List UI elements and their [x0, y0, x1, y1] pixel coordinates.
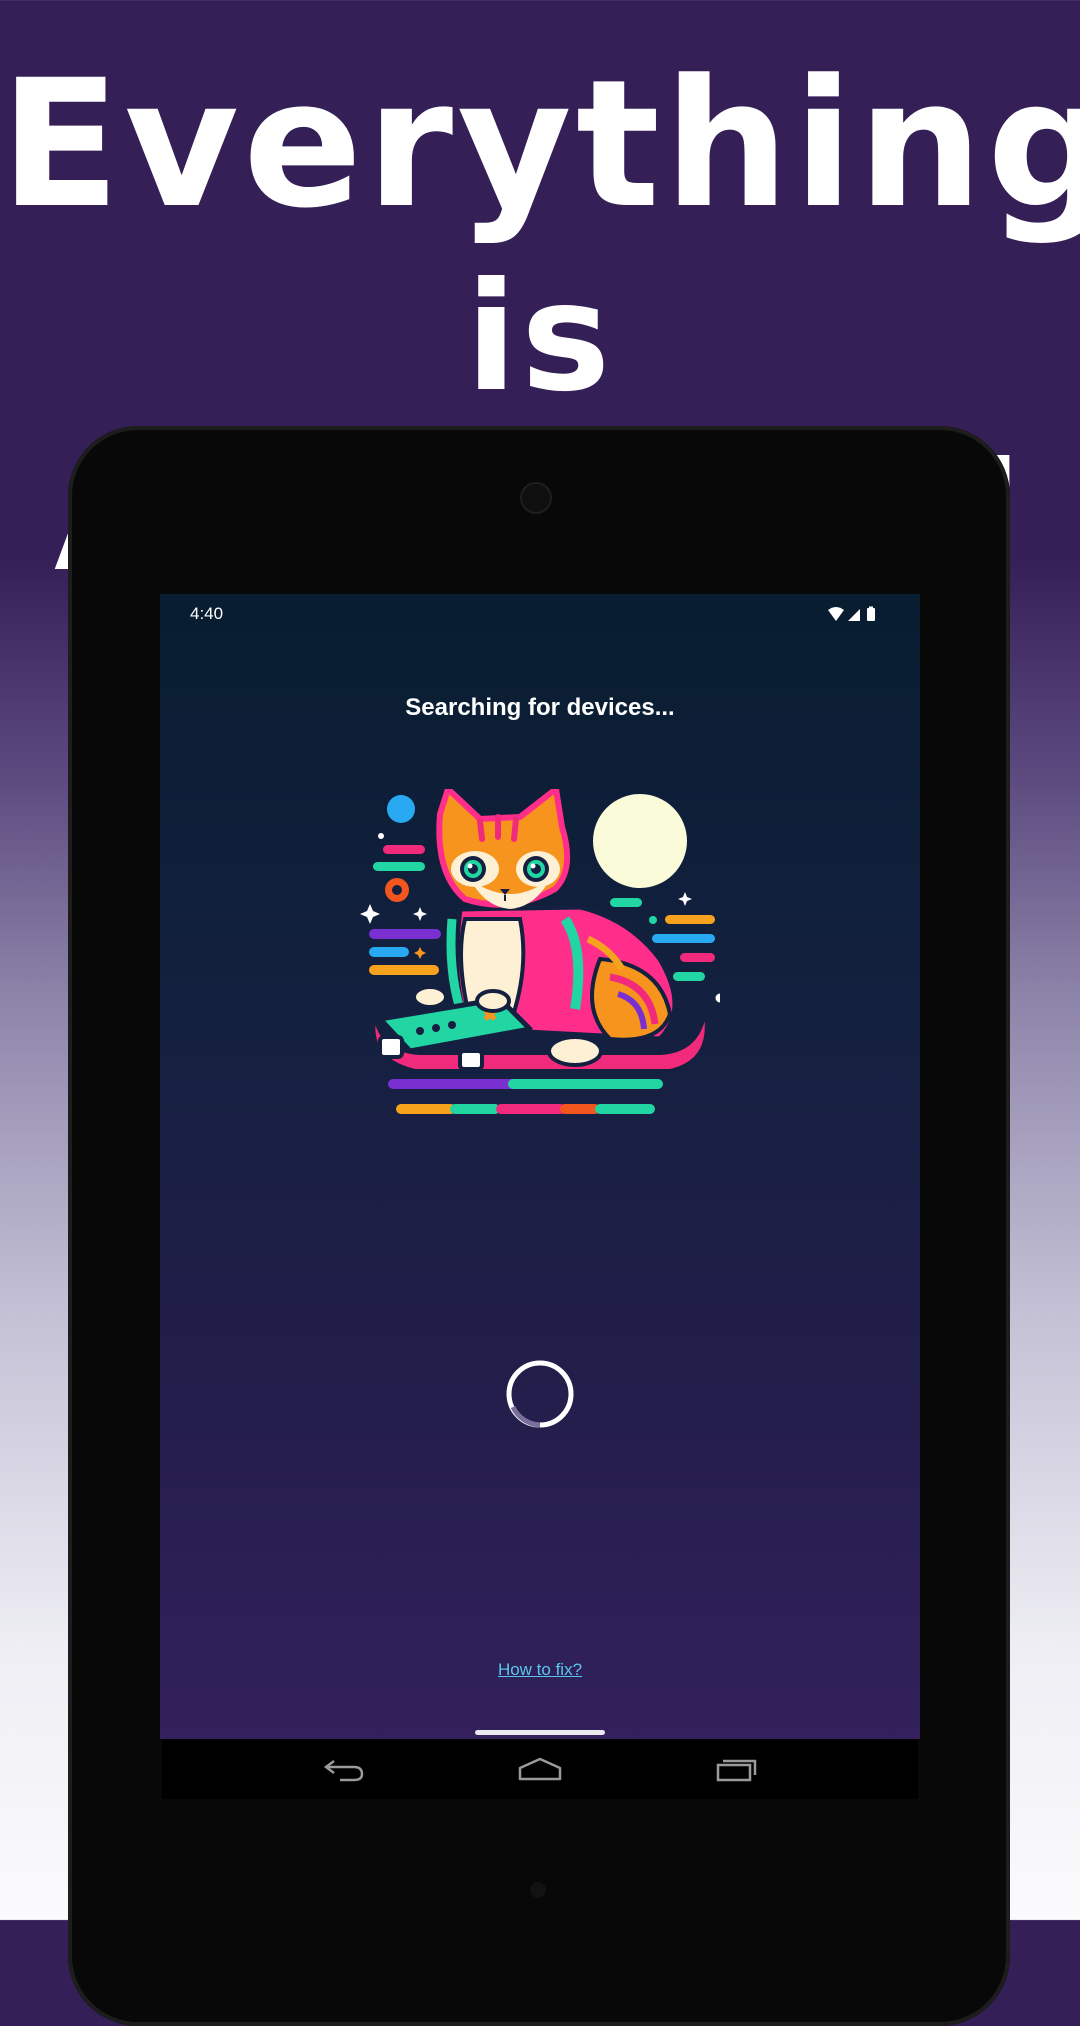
navigation-bar — [162, 1739, 918, 1799]
front-camera — [520, 482, 552, 514]
screen-title: Searching for devices... — [405, 694, 675, 721]
status-icons — [828, 606, 875, 621]
nav-recents-button[interactable] — [706, 1749, 766, 1789]
nav-home-button[interactable] — [510, 1749, 570, 1789]
status-time: 4:40 — [190, 604, 224, 623]
loading-spinner — [506, 1360, 574, 1428]
app-screen: 4:40 Searching for devices... How to fix… — [160, 594, 920, 1739]
home-icon — [518, 1757, 562, 1781]
cat-gamer-illustration — [360, 789, 720, 1114]
wifi-icon — [828, 607, 844, 621]
how-to-fix-link[interactable]: How to fix? — [160, 1660, 920, 1680]
tablet-frame: 4:40 Searching for devices... How to fix… — [68, 426, 1010, 2026]
recents-icon — [716, 1759, 757, 1782]
gesture-home-indicator[interactable] — [475, 1730, 605, 1735]
battery-icon — [867, 608, 875, 621]
nav-back-button[interactable] — [314, 1749, 374, 1789]
back-icon — [323, 1760, 364, 1782]
cell-signal-icon — [848, 609, 860, 621]
bottom-sensor — [530, 1882, 546, 1898]
headline-line-1: Everything — [0, 42, 1080, 247]
